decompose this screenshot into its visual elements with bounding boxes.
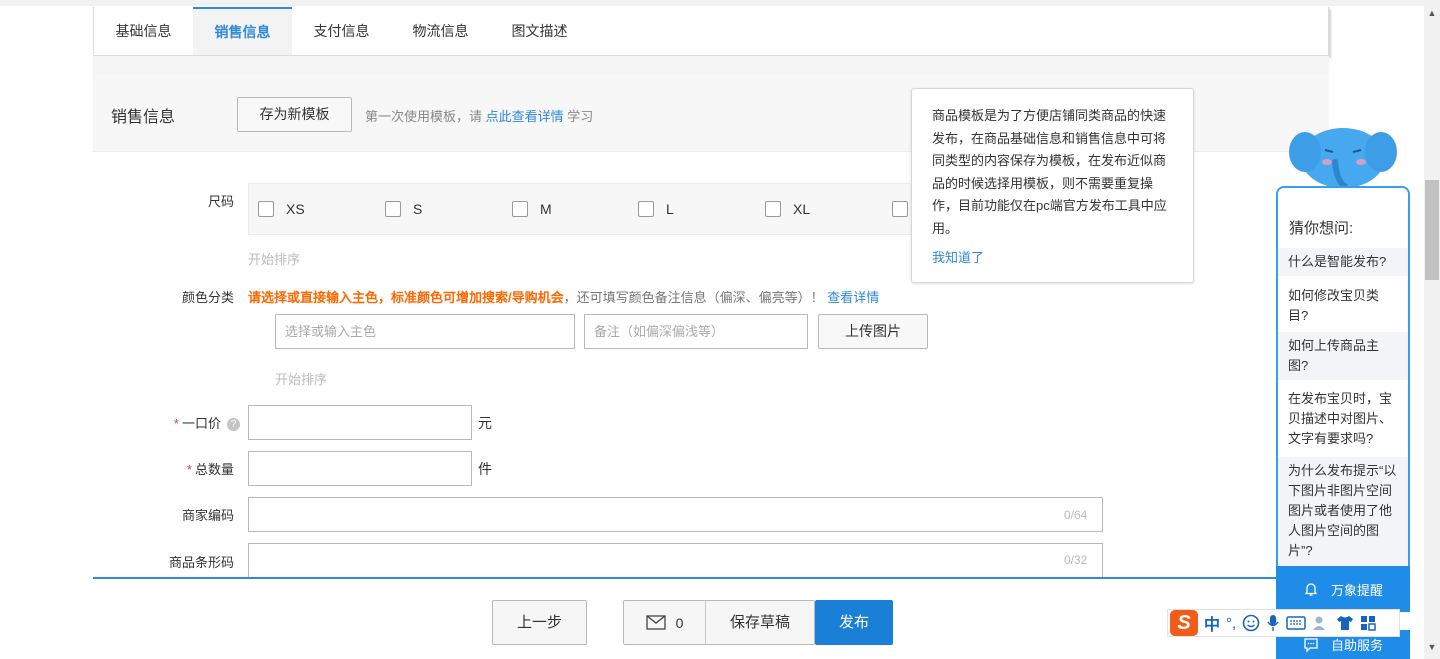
checkbox[interactable]	[638, 201, 654, 217]
ime-mode-toggle[interactable]: 中	[1204, 611, 1220, 635]
save-draft-button[interactable]: 保存草稿	[706, 601, 814, 644]
template-tip: 第一次使用模板，请 点此查看详情 学习	[365, 106, 593, 125]
bell-icon	[1304, 583, 1318, 596]
help-question[interactable]: 在发布宝贝时，宝贝描述中对图片、文字有要求吗?	[1278, 385, 1408, 453]
price-input[interactable]	[248, 405, 472, 440]
previous-step-button[interactable]: 上一步	[492, 600, 587, 645]
size-label: 尺码	[207, 194, 234, 209]
size-option-label: L	[666, 201, 674, 217]
checkbox[interactable]	[765, 201, 781, 217]
size-option-label: XL	[793, 201, 811, 217]
tab-description[interactable]: 图文描述	[490, 7, 589, 55]
microphone-icon[interactable]	[1266, 614, 1280, 632]
required-mark: *	[173, 416, 179, 431]
keyboard-icon[interactable]	[1286, 616, 1306, 630]
size-option-xl[interactable]: XL	[765, 201, 810, 217]
merchant-code-counter: 0/64	[1064, 508, 1088, 522]
price-unit: 元	[478, 415, 492, 431]
upload-image-button[interactable]: 上传图片	[818, 314, 928, 349]
color-hint-highlight: 请选择或直接输入主色，标准颜色可增加搜索/导购机会	[248, 290, 564, 305]
quantity-label: 总数量	[194, 462, 234, 477]
tooltip-confirm-link[interactable]: 我知道了	[932, 247, 984, 266]
message-button[interactable]: 0	[624, 601, 706, 644]
help-question[interactable]: 如何上传商品主图?	[1278, 332, 1408, 380]
barcode-input[interactable]	[248, 543, 1103, 578]
section-gap	[93, 56, 1329, 74]
size-options: XS S M L XL	[248, 183, 928, 235]
merchant-code-input[interactable]	[248, 497, 1103, 532]
ime-punctuation-toggle[interactable]: °,	[1226, 615, 1236, 632]
checkbox[interactable]	[385, 201, 401, 217]
checkbox[interactable]	[512, 201, 528, 217]
quantity-input[interactable]	[248, 451, 472, 486]
color-hint: 请选择或直接输入主色，标准颜色可增加搜索/导购机会，还可填写颜色备注信息（偏深、…	[248, 287, 879, 306]
color-hint-note: ，还可填写颜色备注信息（偏深、偏亮等）！	[563, 290, 824, 305]
merchant-code-label: 商家编码	[181, 508, 234, 523]
toolbox-grid-icon[interactable]	[1360, 615, 1376, 631]
help-icon[interactable]: ?	[227, 418, 240, 431]
barcode-counter: 0/32	[1064, 553, 1088, 567]
barcode-label: 商品条形码	[168, 555, 234, 570]
scrollbar-thumb[interactable]	[1425, 180, 1439, 280]
template-tip-prefix: 第一次使用模板，请	[365, 109, 483, 124]
ime-toolbar: S 中 °,	[1167, 609, 1400, 637]
tab-logistics-info[interactable]: 物流信息	[391, 7, 490, 55]
color-label: 颜色分类	[181, 290, 234, 305]
template-detail-link[interactable]: 点此查看详情	[486, 109, 564, 124]
skin-shirt-icon[interactable]	[1336, 615, 1354, 631]
draft-button-group: 0 保存草稿	[623, 600, 815, 645]
scroll-down-arrow-icon[interactable]: ▼	[1424, 642, 1440, 656]
main-color-input[interactable]: 选择或输入主色	[275, 314, 575, 349]
self-service-label: 自助服务	[1330, 638, 1383, 653]
scroll-up-arrow-icon[interactable]: ▲	[1424, 8, 1440, 22]
size-option-s[interactable]: S	[385, 201, 422, 217]
size-sort-link[interactable]: 开始排序	[248, 249, 300, 268]
help-question[interactable]: 为什么发布提示“以下图片非图片空间图片或者使用了他人图片空间的图片”?	[1278, 457, 1408, 566]
size-option-label: XS	[286, 201, 305, 217]
color-detail-link[interactable]: 查看详情	[827, 290, 879, 305]
quantity-label-group: * 总数量	[150, 459, 234, 478]
publish-button[interactable]: 发布	[815, 600, 893, 645]
tab-sales-info[interactable]: 销售信息	[193, 7, 292, 55]
required-mark: *	[186, 462, 192, 477]
tab-basic-info[interactable]: 基础信息	[94, 7, 193, 55]
checkbox[interactable]	[892, 201, 908, 217]
size-option-xs[interactable]: XS	[258, 201, 305, 217]
save-template-button[interactable]: 存为新模板	[237, 97, 352, 132]
reminder-label: 万象提醒	[1330, 582, 1383, 598]
emoji-icon[interactable]	[1242, 614, 1260, 632]
elephant-mascot-icon	[1289, 128, 1397, 189]
size-option-m[interactable]: M	[512, 201, 552, 217]
help-panel-title: 猜你想问:	[1289, 220, 1354, 237]
size-option-label: S	[413, 201, 423, 217]
size-option-l[interactable]: L	[638, 201, 674, 217]
help-panel: 猜你想问: 什么是智能发布? 如何修改宝贝类目? 如何上传商品主图? 在发布宝贝…	[1276, 186, 1410, 566]
checkbox[interactable]	[258, 201, 274, 217]
chat-icon	[1304, 637, 1318, 653]
help-question[interactable]: 什么是智能发布?	[1278, 248, 1408, 276]
page-scrollbar[interactable]	[1424, 0, 1440, 659]
price-label-group: * 一口价?	[140, 413, 240, 432]
size-option-label: M	[540, 201, 552, 217]
template-tooltip: 商品模板是为了方便店铺同类商品的快速发布，在商品基础信息和销售信息中可将同类型的…	[911, 88, 1194, 283]
reminder-button[interactable]: 万象提醒	[1276, 566, 1410, 612]
user-icon[interactable]	[1312, 615, 1330, 631]
quantity-unit: 件	[478, 461, 492, 477]
sogou-logo-icon[interactable]: S	[1170, 610, 1198, 636]
price-label: 一口价	[181, 416, 221, 431]
help-question[interactable]: 如何修改宝贝类目?	[1278, 282, 1408, 330]
message-count: 0	[675, 614, 684, 631]
section-tabs: 基础信息 销售信息 支付信息 物流信息 图文描述	[93, 7, 1329, 56]
tooltip-text: 商品模板是为了方便店铺同类商品的快速发布，在商品基础信息和销售信息中可将同类型的…	[932, 108, 1167, 236]
envelope-icon	[645, 615, 666, 630]
top-strip	[0, 0, 1425, 6]
color-remark-input[interactable]: 备注（如偏深偏浅等）	[584, 314, 808, 349]
template-tip-suffix: 学习	[567, 109, 594, 124]
color-sort-link[interactable]: 开始排序	[275, 369, 327, 388]
tab-payment-info[interactable]: 支付信息	[292, 7, 391, 55]
section-title: 销售信息	[111, 109, 176, 126]
